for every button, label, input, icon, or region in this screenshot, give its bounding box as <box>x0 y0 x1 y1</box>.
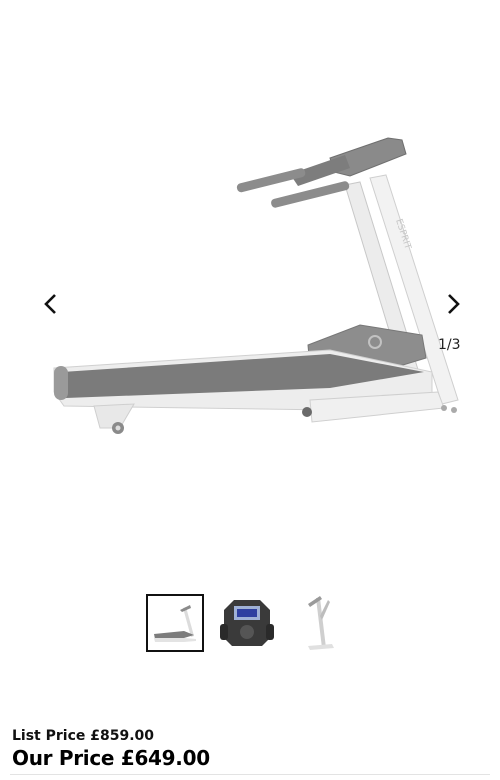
thumbnail-1[interactable] <box>146 594 204 652</box>
our-price: Our Price £649.00 <box>12 746 210 770</box>
thumbnail-strip <box>146 594 348 652</box>
previous-image-button[interactable] <box>35 288 67 320</box>
chevron-left-icon <box>44 294 56 314</box>
image-counter: 1/3 <box>438 337 461 353</box>
treadmill-main-image: ESPRIT <box>53 137 459 434</box>
next-image-button[interactable] <box>437 288 469 320</box>
product-image-gallery: ESPRIT 1/3 <box>0 0 500 652</box>
list-price: List Price £859.00 <box>12 728 155 744</box>
treadmill-console-thumbnail <box>220 600 274 646</box>
thumbnail-3[interactable] <box>290 594 348 652</box>
divider <box>10 774 490 775</box>
treadmill-folded-thumbnail <box>308 596 334 650</box>
thumbnail-2[interactable] <box>218 594 276 652</box>
treadmill-side-thumbnail <box>154 605 196 642</box>
chevron-right-icon <box>448 294 460 314</box>
price-block: List Price £859.00 Our Price £649.00 <box>12 727 210 771</box>
